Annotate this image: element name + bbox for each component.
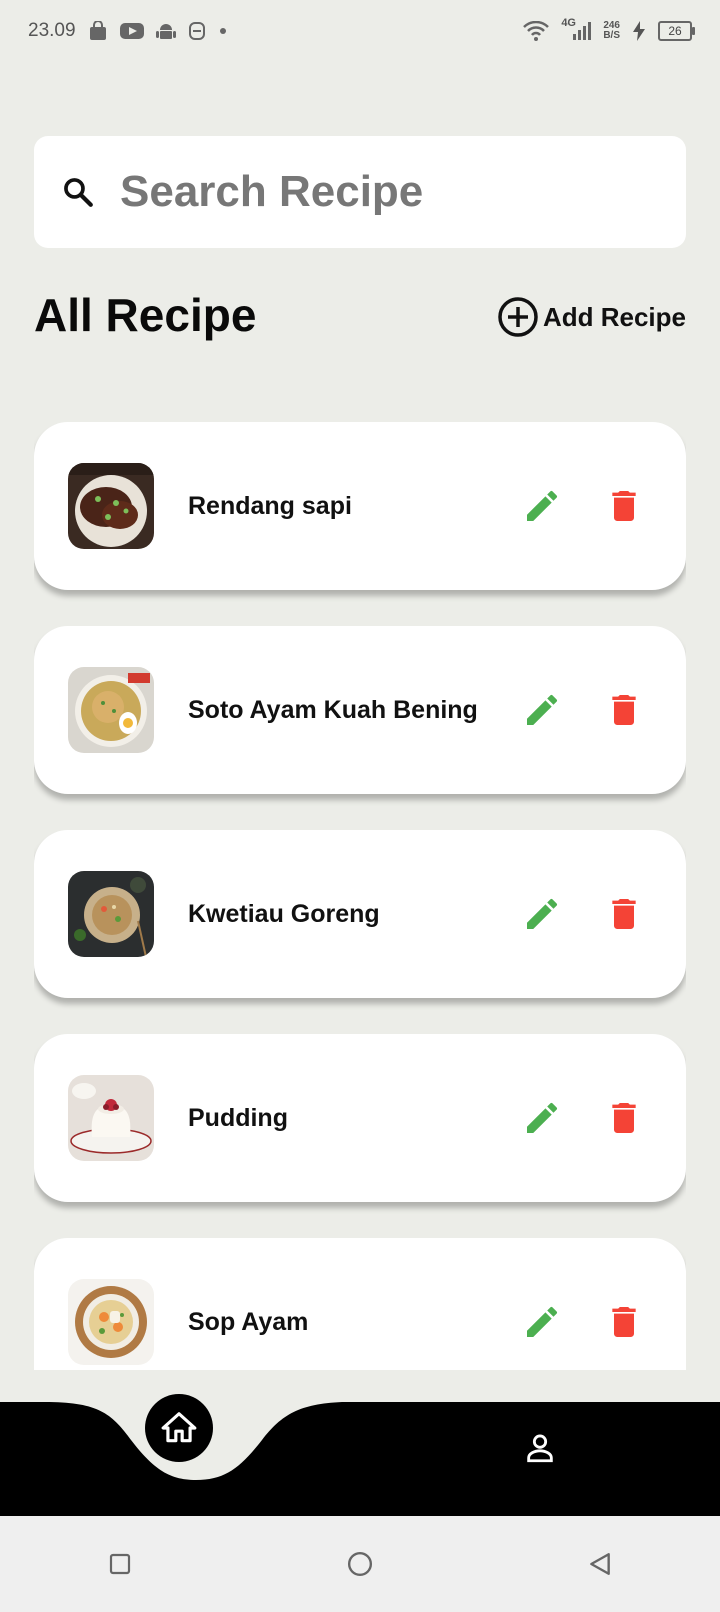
recipe-actions bbox=[520, 1096, 646, 1140]
signal-icon: 4G bbox=[561, 17, 592, 41]
recipe-name: Kwetiau Goreng bbox=[188, 899, 380, 928]
dot-icon bbox=[218, 26, 228, 36]
edit-icon[interactable] bbox=[520, 484, 564, 528]
nav-profile-button[interactable] bbox=[520, 1428, 560, 1468]
wifi-icon bbox=[523, 21, 550, 41]
android-icon bbox=[155, 21, 176, 41]
edit-icon[interactable] bbox=[520, 688, 564, 732]
charging-icon bbox=[632, 21, 646, 41]
search-icon bbox=[58, 172, 98, 212]
recipe-list[interactable]: Rendang sapi Soto Ayam Kuah Bening Kweti… bbox=[34, 422, 686, 1370]
edit-icon[interactable] bbox=[520, 1300, 564, 1344]
network-type: 4G bbox=[561, 17, 576, 29]
system-nav-bar bbox=[0, 1516, 720, 1612]
search-bar[interactable] bbox=[34, 136, 686, 248]
page-title: All Recipe bbox=[34, 289, 257, 341]
person-icon bbox=[527, 1434, 553, 1463]
status-right: 4G 246 B/S 26 bbox=[523, 17, 695, 41]
recipe-name: Pudding bbox=[188, 1103, 288, 1132]
recipe-actions bbox=[520, 892, 646, 936]
battery-level: 26 bbox=[668, 24, 682, 38]
recipe-actions bbox=[520, 1300, 646, 1344]
recipe-name: Sop Ayam bbox=[188, 1307, 309, 1336]
recipe-card[interactable]: Rendang sapi bbox=[34, 422, 686, 590]
search-input[interactable] bbox=[118, 166, 642, 218]
recipe-card[interactable]: Soto Ayam Kuah Bening bbox=[34, 626, 686, 794]
recipe-name: Rendang sapi bbox=[188, 491, 352, 520]
battery-icon: 26 bbox=[658, 21, 695, 41]
home-icon bbox=[161, 1412, 197, 1443]
net-speed-unit: B/S bbox=[603, 30, 620, 41]
recents-button[interactable] bbox=[100, 1544, 140, 1584]
recipe-thumbnail bbox=[68, 871, 154, 957]
square-icon bbox=[109, 1553, 131, 1575]
nav-home-button[interactable] bbox=[145, 1394, 213, 1462]
delete-icon[interactable] bbox=[602, 1300, 646, 1344]
home-system-button[interactable] bbox=[340, 1544, 380, 1584]
status-time: 23.09 bbox=[28, 20, 76, 41]
bottom-nav bbox=[0, 1402, 720, 1516]
delete-icon[interactable] bbox=[602, 1096, 646, 1140]
add-recipe-label: Add Recipe bbox=[542, 301, 686, 332]
edit-icon[interactable] bbox=[520, 892, 564, 936]
delete-icon[interactable] bbox=[602, 892, 646, 936]
recipe-card[interactable]: Kwetiau Goreng bbox=[34, 830, 686, 998]
add-circle-icon bbox=[497, 296, 539, 338]
recipe-thumbnail bbox=[68, 463, 154, 549]
recipe-thumbnail bbox=[68, 1279, 154, 1365]
vpn-icon bbox=[188, 21, 206, 41]
net-speed: 246 B/S bbox=[603, 21, 620, 41]
recipe-card[interactable]: Sop Ayam bbox=[34, 1238, 686, 1370]
recipe-actions bbox=[520, 484, 646, 528]
recipe-actions bbox=[520, 688, 646, 732]
recipe-thumbnail bbox=[68, 1075, 154, 1161]
status-bar: 23.09 4G 246 B/S 26 bbox=[0, 0, 720, 62]
edit-icon[interactable] bbox=[520, 1096, 564, 1140]
delete-icon[interactable] bbox=[602, 688, 646, 732]
recipe-name: Soto Ayam Kuah Bening bbox=[188, 695, 478, 724]
delete-icon[interactable] bbox=[602, 484, 646, 528]
recipe-card[interactable]: Pudding bbox=[34, 1034, 686, 1202]
recipe-thumbnail bbox=[68, 667, 154, 753]
shop-icon bbox=[88, 21, 108, 41]
add-recipe-button[interactable]: Add Recipe bbox=[497, 296, 686, 338]
back-button[interactable] bbox=[580, 1544, 620, 1584]
youtube-icon bbox=[119, 22, 144, 40]
circle-icon bbox=[347, 1551, 373, 1577]
back-triangle-icon bbox=[590, 1553, 610, 1575]
status-left: 23.09 bbox=[28, 20, 228, 42]
